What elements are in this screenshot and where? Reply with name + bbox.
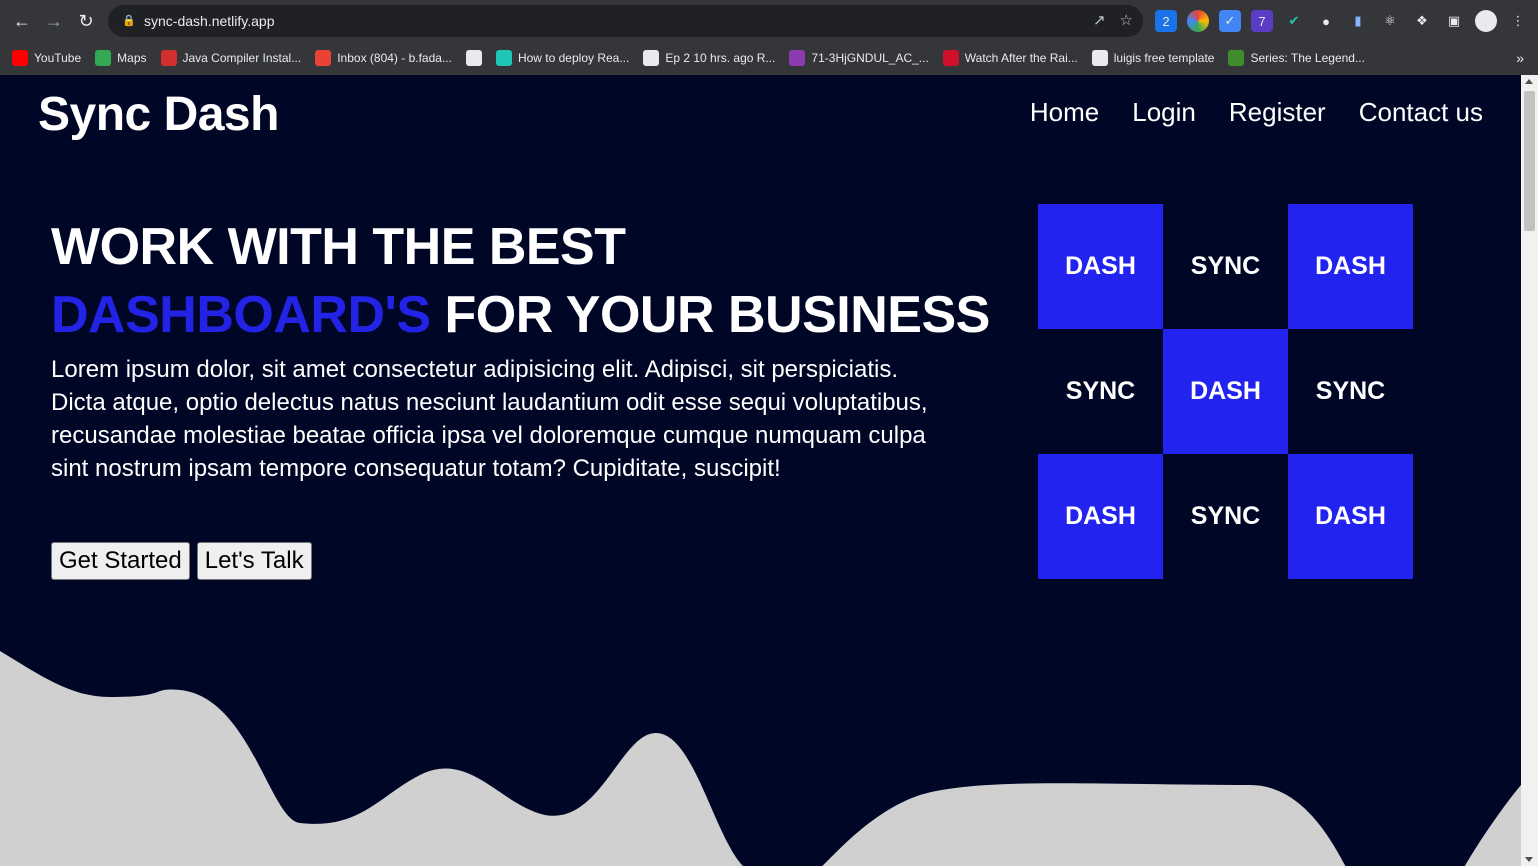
- bookmark-item[interactable]: 71-3HjGNDUL_AC_...: [789, 50, 929, 66]
- grid-tile-sync: SYNC: [1190, 252, 1261, 280]
- scroll-down-icon[interactable]: [1525, 857, 1533, 862]
- color-picker-icon[interactable]: [1187, 10, 1209, 32]
- extension-badge-icon[interactable]: 7: [1251, 10, 1273, 32]
- address-bar[interactable]: 🔒 sync-dash.netlify.app ↗ ☆: [108, 5, 1143, 37]
- grid-tile-sync: SYNC: [1065, 377, 1136, 405]
- nav-register[interactable]: Register: [1229, 97, 1326, 128]
- hero-title-line2: FOR YOUR BUSINESS: [430, 286, 991, 344]
- ak-icon: [942, 50, 959, 66]
- grid-tile-dash: DASH: [1038, 204, 1163, 329]
- scroll-up-icon[interactable]: [1525, 79, 1533, 84]
- gmail-icon: [315, 50, 332, 66]
- forward-icon[interactable]: →: [38, 5, 70, 37]
- hero-title-accent: DASHBOARD'S: [51, 286, 431, 344]
- java-icon: [160, 50, 177, 66]
- back-icon[interactable]: ←: [6, 5, 38, 37]
- more-bookmarks-icon[interactable]: »: [1516, 50, 1524, 66]
- hero-title: WORK WITH THE BEST DASHBOARD'S FOR YOUR …: [51, 213, 990, 349]
- bookmark-item[interactable]: luigis free template: [1091, 50, 1215, 66]
- sync-dash-grid: DASH SYNC DASH SYNC DASH SYNC DASH SYNC DASH: [1038, 204, 1413, 579]
- menu-icon[interactable]: ⋮: [1507, 10, 1529, 32]
- page: Sync Dash Home Login Register Contact us…: [0, 75, 1521, 866]
- checklist-icon[interactable]: ✓: [1219, 10, 1241, 32]
- bookmark-label: Series: The Legend...: [1250, 51, 1365, 65]
- brand-logo[interactable]: Sync Dash: [38, 87, 279, 142]
- grid-tile-sync: SYNC: [1190, 502, 1261, 530]
- bookmarks-bar: YouTube Maps Java Compiler Instal... Inbox …: [0, 42, 1538, 74]
- sidebar-icon[interactable]: ▣: [1443, 10, 1465, 32]
- nav-login[interactable]: Login: [1132, 97, 1196, 128]
- grid-tile-dash: DASH: [1038, 454, 1163, 579]
- page-scrollbar[interactable]: [1521, 75, 1538, 866]
- puzzle-icon[interactable]: ❖: [1411, 10, 1433, 32]
- bookmark-item[interactable]: Ep 2 10 hrs. ago R...: [643, 50, 775, 66]
- hero-title-line1: WORK WITH THE BEST: [51, 218, 626, 276]
- globe-icon: [643, 50, 660, 66]
- reload-icon[interactable]: ↻: [70, 5, 102, 37]
- bookmark-label: Maps: [117, 51, 147, 65]
- bookmark-label: 71-3HjGNDUL_AC_...: [811, 51, 929, 65]
- hero-description: Lorem ipsum dolor, sit amet consectetur …: [51, 356, 928, 482]
- circle-icon[interactable]: ●: [1315, 10, 1337, 32]
- scroll-thumb[interactable]: [1524, 91, 1535, 231]
- bookmark-item[interactable]: YouTube: [12, 50, 81, 66]
- get-started-button[interactable]: Get Started: [51, 542, 190, 580]
- browser-chrome: ← → ↻ 🔒 sync-dash.netlify.app ↗ ☆ 2 ✓ 7 …: [0, 0, 1538, 75]
- bookmark-label: luigis free template: [1113, 51, 1215, 65]
- bookmark-item[interactable]: How to deploy Rea...: [495, 50, 630, 66]
- wave-decoration: [0, 651, 1521, 866]
- main-nav: Home Login Register Contact us: [1030, 97, 1483, 128]
- grid-tile-dash: DASH: [1288, 204, 1413, 329]
- grid-tile-sync: SYNC: [1315, 377, 1386, 405]
- bookmark-item[interactable]: Java Compiler Instal...: [160, 50, 302, 66]
- nav-home[interactable]: Home: [1030, 97, 1099, 128]
- bookmark-item[interactable]: Watch After the Rai...: [942, 50, 1078, 66]
- n-icon: [1228, 50, 1245, 66]
- grid-tile-dash: DASH: [1163, 329, 1288, 454]
- react-icon[interactable]: ⚛: [1379, 10, 1401, 32]
- browser-toolbar: ← → ↻ 🔒 sync-dash.netlify.app ↗ ☆ 2 ✓ 7 …: [0, 0, 1538, 42]
- extension-icon[interactable]: 2: [1155, 10, 1177, 32]
- bookmark-label: How to deploy Rea...: [517, 51, 630, 65]
- image-icon: [789, 50, 806, 66]
- bookmark-label: YouTube: [34, 51, 82, 65]
- address-url[interactable]: sync-dash.netlify.app: [144, 13, 274, 29]
- vue-icon[interactable]: ✔: [1283, 10, 1305, 32]
- lets-talk-button[interactable]: Let's Talk: [196, 542, 312, 580]
- nav-contact[interactable]: Contact us: [1359, 97, 1483, 128]
- bookmark-item[interactable]: Inbox (804) - b.fada...: [315, 50, 452, 66]
- bookmark-item[interactable]: [465, 50, 482, 66]
- bookmark-item[interactable]: Maps: [95, 50, 147, 66]
- globe-icon: [465, 50, 482, 66]
- document-icon[interactable]: ▮: [1347, 10, 1369, 32]
- star-icon[interactable]: ☆: [1120, 11, 1133, 29]
- youtube-icon: [12, 50, 28, 66]
- grid-tile-dash: DASH: [1288, 454, 1413, 579]
- bookmark-label: Inbox (804) - b.fada...: [337, 51, 452, 65]
- bookmark-label: Ep 2 10 hrs. ago R...: [665, 51, 776, 65]
- bookmark-label: Watch After the Rai...: [964, 51, 1078, 65]
- globe-icon: [1091, 50, 1108, 66]
- profile-avatar[interactable]: [1475, 10, 1497, 32]
- lock-icon: 🔒: [122, 15, 136, 27]
- maps-icon: [95, 50, 112, 66]
- netlify-icon: [495, 50, 512, 66]
- share-icon[interactable]: ↗: [1093, 11, 1106, 29]
- bookmark-label: Java Compiler Instal...: [182, 51, 302, 65]
- extensions-bar: 2 ✓ 7 ✔ ● ▮ ⚛ ❖ ▣ ⋮: [1155, 10, 1529, 32]
- bookmark-item[interactable]: Series: The Legend...: [1228, 50, 1365, 66]
- hero-buttons: Get Started Let's Talk: [51, 542, 312, 580]
